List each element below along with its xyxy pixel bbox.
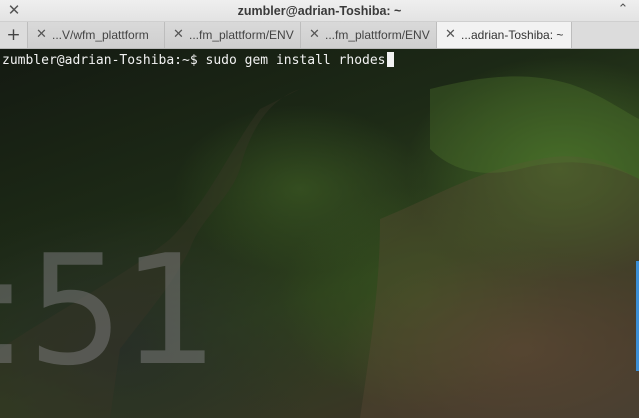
tab-wfm-plattform[interactable]: ✕ ...V/wfm_plattform xyxy=(28,22,165,48)
window-title: zumbler@adrian-Toshiba: ~ xyxy=(237,4,402,18)
shell-prompt: zumbler@adrian-Toshiba:~$ xyxy=(2,53,206,68)
terminal-prompt-line: zumbler@adrian-Toshiba:~$ sudo gem insta… xyxy=(2,52,394,69)
tab-label: ...fm_plattform/ENV xyxy=(189,28,294,42)
new-tab-button[interactable]: + xyxy=(0,22,28,48)
tab-label: ...adrian-Toshiba: ~ xyxy=(461,28,564,42)
close-icon[interactable]: ✕ xyxy=(36,22,48,48)
terminal-area[interactable]: :51 zumbler@adrian-Toshiba:~$ sudo gem i… xyxy=(0,49,639,418)
maximize-icon[interactable]: ⌃ xyxy=(615,1,631,19)
close-icon[interactable]: ✕ xyxy=(309,22,321,48)
tab-fm-plattform-env-2[interactable]: ✕ ...fm_plattform/ENV xyxy=(301,22,437,48)
command-input[interactable]: sudo gem install rhodes xyxy=(206,53,386,68)
terminal-window: ✕ zumbler@adrian-Toshiba: ~ ⌃ + ✕ ...V/w… xyxy=(0,0,639,418)
text-cursor xyxy=(386,52,394,67)
tab-adrian-toshiba[interactable]: ✕ ...adrian-Toshiba: ~ xyxy=(437,22,572,48)
title-bar[interactable]: ✕ zumbler@adrian-Toshiba: ~ ⌃ xyxy=(0,0,639,22)
close-icon[interactable]: ✕ xyxy=(173,22,185,48)
wallpaper-clock: :51 xyxy=(0,222,219,399)
close-icon[interactable]: ✕ xyxy=(445,22,457,48)
tab-label: ...fm_plattform/ENV xyxy=(325,28,430,42)
tab-bar: + ✕ ...V/wfm_plattform ✕ ...fm_plattform… xyxy=(0,22,639,49)
tab-fm-plattform-env-1[interactable]: ✕ ...fm_plattform/ENV xyxy=(165,22,301,48)
tab-label: ...V/wfm_plattform xyxy=(52,28,149,42)
